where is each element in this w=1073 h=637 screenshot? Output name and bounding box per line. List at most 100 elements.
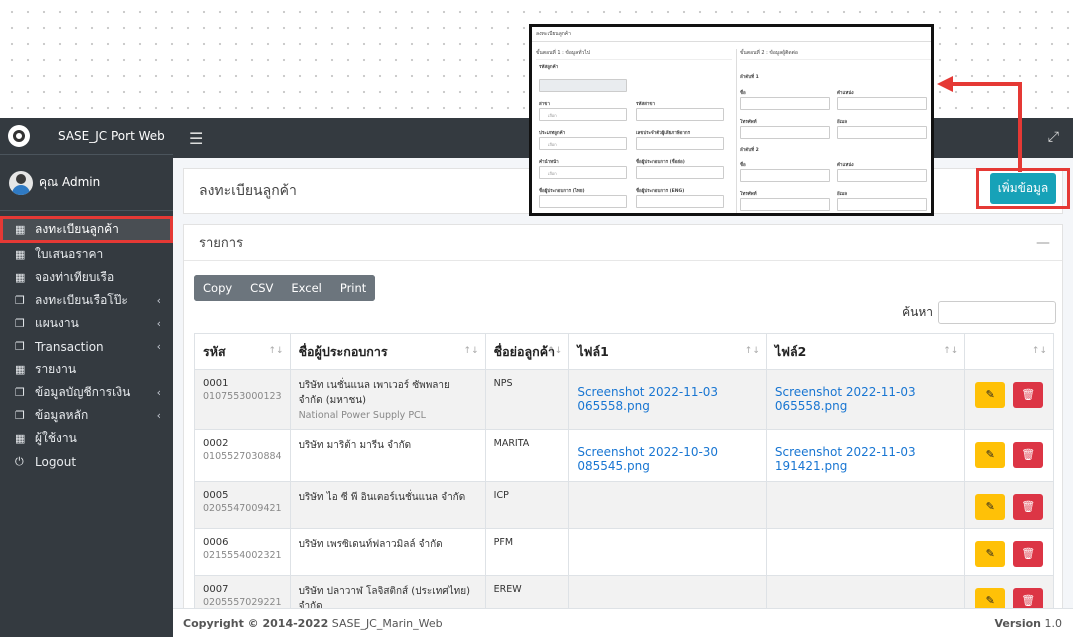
chevron-left-icon: ‹	[156, 386, 161, 399]
overlay-label: อีเมล	[837, 120, 847, 125]
grid-icon: ▦	[15, 271, 26, 284]
table-row: 0006 0215554002321 บริษัท เพรซิเดนท์ฟลาวม…	[194, 528, 1054, 576]
excel-button[interactable]: Excel	[282, 275, 331, 301]
sort-icon: ↑↓	[1031, 346, 1047, 356]
sidebar-item-label: จองท่าเทียบเรือ	[35, 270, 115, 284]
overlay-label: ชื่อผู้ประกอบการ (ไทย)	[539, 189, 585, 194]
sidebar-item-master-data[interactable]: ❐ ข้อมูลหลัก ‹	[0, 404, 173, 427]
customer-table: รหัส ↑↓ ชื่อผู้ประกอบการ ↑↓ ชื่อย่อลูกค้า ↑…	[194, 333, 1054, 608]
grid-icon: ▦	[15, 432, 26, 445]
file2-link[interactable]: Screenshot 2022-11-03 065558.png	[775, 385, 956, 413]
delete-button[interactable]: 🗑	[1013, 382, 1044, 408]
customer-code: 0007	[203, 584, 229, 595]
customer-name-en: National Power Supply PCL	[298, 410, 426, 421]
delete-button[interactable]: 🗑	[1013, 494, 1044, 520]
copyright-text: Copyright © 2014-2022	[183, 616, 329, 630]
table-row: 0001 0107553000123 บริษัท เนชั่นแนล เพาเว…	[194, 369, 1054, 430]
overlay-label: โทรศัพท์	[740, 192, 757, 197]
sidebar-item-quotation[interactable]: ▦ ใบเสนอราคา	[0, 243, 173, 266]
list-title: รายการ	[199, 236, 244, 251]
copy-icon: ❐	[15, 294, 25, 307]
sidebar-item-customer-register[interactable]: ▦ ลงทะเบียนลูกค้า	[0, 216, 173, 243]
file2-link[interactable]: Screenshot 2022-11-03 191421.png	[775, 445, 956, 473]
sidebar-item-finance[interactable]: ❐ ข้อมูลบัญชีการเงิน ‹	[0, 381, 173, 404]
sort-icon: ↑↓	[943, 346, 959, 356]
edit-button[interactable]: ✎	[975, 382, 1006, 408]
company-name: SASE_JC_Marin_Web	[331, 616, 443, 630]
customer-name: บริษัท ไอ ซี พี อินเตอร์เนชั่นแนล จำกัด	[298, 492, 466, 503]
overlay-contact1-name	[740, 97, 830, 110]
overlay-contact1-email	[837, 126, 927, 139]
chevron-left-icon: ‹	[156, 317, 161, 330]
overlay-contact2-phone	[740, 198, 830, 211]
edit-button[interactable]: ✎	[975, 541, 1006, 567]
sidebar-item-transaction[interactable]: ❐ Transaction ‹	[0, 335, 173, 358]
overlay-label: รหัสลูกค้า	[539, 65, 559, 70]
overlay-step2: ขั้นตอนที่ 2 : ข้อมูลผู้ติดต่อ ลำดับที่ …	[736, 49, 931, 213]
file1-link[interactable]: Screenshot 2022-11-03 065558.png	[577, 385, 758, 413]
copy-button[interactable]: Copy	[194, 275, 242, 301]
customer-abbr: EREW	[493, 584, 522, 595]
column-header-file2[interactable]: ไฟล์2 ↑↓	[765, 333, 966, 370]
chevron-left-icon: ‹	[156, 409, 161, 422]
power-icon: ⏻	[15, 454, 24, 468]
overlay-type-select: เลือก	[539, 137, 627, 150]
version-info: Version 1.0	[994, 616, 1062, 630]
delete-button[interactable]: 🗑	[1013, 588, 1044, 608]
column-header-code[interactable]: รหัส ↑↓	[194, 333, 291, 370]
user-name: คุณ Admin	[39, 175, 101, 189]
overlay-label: คำนำหน้า	[539, 160, 559, 165]
user-panel[interactable]: คุณ Admin	[0, 155, 173, 211]
sidebar-item-users[interactable]: ▦ ผู้ใช้งาน	[0, 427, 173, 450]
add-button-highlight: เพิ่มข้อมูล	[976, 168, 1070, 209]
sidebar-item-plan[interactable]: ❐ แผนงาน ‹	[0, 312, 173, 335]
collapse-icon[interactable]: —	[1036, 235, 1050, 251]
column-header-file1[interactable]: ไฟล์1 ↑↓	[568, 333, 767, 370]
search-label: ค้นหา	[902, 305, 933, 319]
overlay-label: ตำแหน่ง	[837, 163, 854, 168]
customer-name: บริษัท ปลาวาฬ โลจิสติกส์ (ประเทศไทย) จำก…	[298, 586, 471, 608]
tax-id: 0205547009421	[203, 503, 282, 514]
sidebar-item-report[interactable]: ▦ รายงาน	[0, 358, 173, 381]
list-header: รายการ —	[184, 225, 1062, 261]
sidebar-item-pontoon-register[interactable]: ❐ ลงทะเบียนเรือโป๊ะ ‹	[0, 289, 173, 312]
customer-abbr: ICP	[493, 490, 509, 501]
edit-button[interactable]: ✎	[975, 442, 1006, 468]
hamburger-icon[interactable]: ☰	[189, 129, 203, 148]
overlay-contact2-position	[837, 169, 927, 182]
edit-button[interactable]: ✎	[975, 494, 1006, 520]
overlay-branch-code-input	[636, 108, 724, 121]
fullscreen-icon[interactable]: ⤢	[1048, 129, 1059, 145]
sidebar-item-berth-booking[interactable]: ▦ จองท่าเทียบเรือ	[0, 266, 173, 289]
grid-icon: ▦	[15, 363, 26, 376]
delete-button[interactable]: 🗑	[1013, 541, 1044, 567]
customer-code: 0005	[203, 490, 229, 501]
table-row: 0007 0205557029221 บริษัท ปลาวาฬ โลจิสติก…	[194, 575, 1054, 608]
file1-link[interactable]: Screenshot 2022-10-30 085545.png	[577, 445, 758, 473]
delete-button[interactable]: 🗑	[1013, 442, 1044, 468]
overlay-label: รหัสสาขา	[636, 102, 656, 107]
csv-button[interactable]: CSV	[241, 275, 283, 301]
overlay-branch-select: เลือก	[539, 108, 627, 121]
copy-icon: ❐	[15, 317, 25, 330]
copy-icon: ❐	[15, 340, 25, 353]
grid-icon: ▦	[15, 248, 26, 261]
print-button[interactable]: Print	[330, 275, 376, 301]
overlay-short-name-input	[636, 166, 724, 179]
add-button[interactable]: เพิ่มข้อมูล	[989, 173, 1057, 204]
list-card: รายการ — Copy CSV Excel Print ค้นหา รหัส…	[183, 224, 1063, 608]
overlay-label: ลำดับที่ 1	[740, 75, 759, 80]
column-header-abbr[interactable]: ชื่อย่อลูกค้า ↑↓	[484, 333, 570, 370]
overlay-label: ชื่อผู้ประกอบการ (ENG)	[636, 189, 685, 194]
sidebar-item-logout[interactable]: ⏻ Logout	[0, 450, 173, 473]
annotation-connector-vertical	[1018, 82, 1022, 172]
edit-button[interactable]: ✎	[975, 588, 1006, 608]
search-box: ค้นหา	[902, 301, 1056, 324]
customer-abbr: MARITA	[493, 438, 530, 449]
column-header-actions[interactable]: ↑↓	[964, 333, 1054, 370]
brand[interactable]: SASE_JC Port Web	[0, 118, 173, 155]
main-content: ลงทะเบียนลูกค้า เพิ่มข้อมูล รายการ — Cop…	[173, 158, 1073, 608]
column-header-name[interactable]: ชื่อผู้ประกอบการ ↑↓	[289, 333, 486, 370]
table-row: 0002 0105527030884 บริษัท มาริต้า มารีน จ…	[194, 429, 1054, 482]
search-input[interactable]	[938, 301, 1056, 324]
